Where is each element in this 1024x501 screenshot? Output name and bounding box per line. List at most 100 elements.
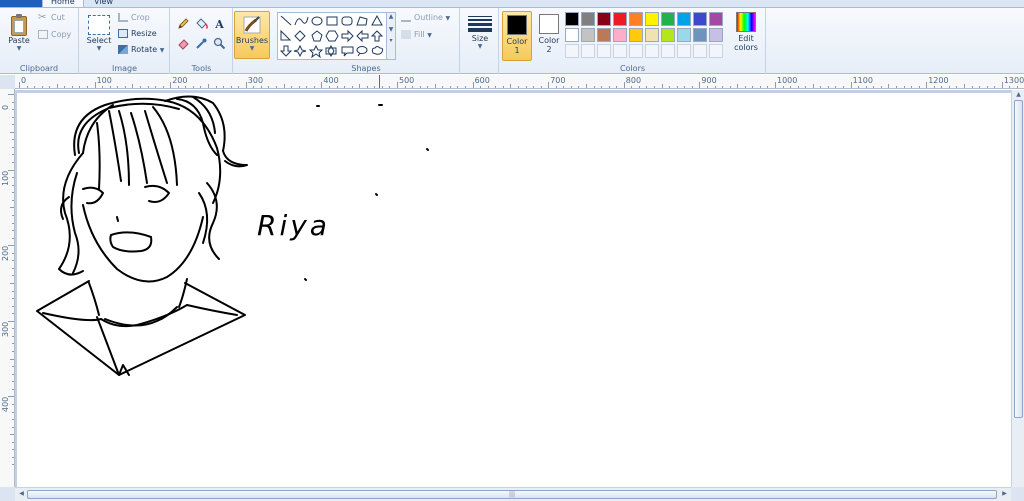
select-button[interactable]: Select ▼ [84, 12, 114, 60]
brushes-button[interactable]: Brushes ▼ [234, 11, 270, 59]
ruler-major-tick [397, 82, 398, 88]
curve-shape-icon[interactable] [294, 16, 309, 26]
pencil-tool[interactable] [175, 16, 192, 32]
ruler-minor-tick [12, 260, 14, 262]
size-dropdown-icon[interactable]: ▼ [465, 43, 495, 50]
palette-swatch[interactable] [613, 28, 627, 42]
rotate-button[interactable]: Rotate ▼ [118, 45, 164, 54]
diamond-shape-icon[interactable] [294, 30, 306, 42]
right-arrow-shape-icon[interactable] [341, 29, 354, 43]
palette-swatch[interactable] [677, 12, 691, 26]
magnifier-tool[interactable] [211, 36, 228, 52]
pentagon-shape-icon[interactable] [311, 30, 323, 42]
fill-bucket-tool[interactable] [193, 16, 210, 32]
cut-button[interactable]: ✂ Cut [38, 13, 65, 23]
palette-custom-slot[interactable] [565, 44, 579, 58]
palette-custom-slot[interactable] [581, 44, 595, 58]
up-arrow-shape-icon[interactable] [370, 30, 384, 42]
palette-swatch[interactable] [629, 12, 643, 26]
palette-swatch[interactable] [581, 28, 595, 42]
copy-button[interactable]: Copy [38, 30, 71, 39]
crop-button[interactable]: Crop [118, 13, 150, 22]
horizontal-scroll-thumb[interactable]: ||| [27, 490, 997, 499]
paste-button[interactable]: Paste ▼ [4, 12, 34, 60]
palette-swatch[interactable] [661, 28, 675, 42]
horizontal-scrollbar[interactable]: ◀ ||| ▶ [15, 487, 1011, 501]
five-point-star-shape-icon[interactable] [308, 44, 324, 59]
ruler-minor-tick [147, 86, 149, 88]
palette-swatch[interactable] [597, 28, 611, 42]
palette-custom-slot[interactable] [597, 44, 611, 58]
palette-swatch[interactable] [565, 12, 579, 26]
gallery-up-icon[interactable]: ▲ [387, 13, 395, 20]
ruler-major-tick [623, 82, 625, 88]
palette-custom-slot[interactable] [693, 44, 707, 58]
eraser-tool[interactable] [175, 36, 192, 52]
size-button[interactable]: Size ▼ [465, 12, 495, 60]
brushes-dropdown-icon[interactable]: ▼ [235, 45, 269, 52]
fill-dropdown-icon[interactable]: ▼ [427, 32, 432, 39]
rectangle-shape-icon[interactable] [326, 16, 338, 26]
left-arrow-shape-icon[interactable] [356, 29, 369, 43]
oval-shape-icon[interactable] [311, 16, 323, 26]
shapes-gallery-scrollbar[interactable]: ▲ ▼ ▾ [387, 12, 396, 60]
polygon-shape-icon[interactable] [356, 16, 368, 26]
color2-button[interactable]: Color 2 [534, 11, 564, 61]
palette-swatch[interactable] [629, 28, 643, 42]
palette-custom-slot[interactable] [661, 44, 675, 58]
palette-custom-slot[interactable] [613, 44, 627, 58]
ruler-minor-tick [12, 456, 14, 458]
vertical-scroll-thumb[interactable] [1014, 100, 1023, 418]
drawing-canvas[interactable]: Riya [17, 93, 1011, 487]
text-tool[interactable]: A [211, 16, 228, 32]
tab-home[interactable]: Home [42, 0, 84, 7]
cloud-callout-shape-icon[interactable] [371, 46, 384, 55]
ruler-minor-tick [661, 84, 663, 88]
palette-swatch[interactable] [613, 12, 627, 26]
line-shape-icon[interactable] [280, 15, 292, 26]
scroll-right-icon[interactable]: ▶ [998, 489, 1011, 499]
palette-swatch[interactable] [581, 12, 595, 26]
palette-swatch[interactable] [709, 12, 723, 26]
palette-swatch[interactable] [565, 28, 579, 42]
palette-swatch[interactable] [677, 28, 691, 42]
hexagon-shape-icon[interactable] [325, 30, 339, 42]
edit-colors-button[interactable]: Edit colors [730, 12, 762, 62]
palette-swatch[interactable] [645, 12, 659, 26]
gallery-down-icon[interactable]: ▼ [387, 26, 395, 33]
triangle-shape-icon[interactable] [371, 14, 383, 26]
rounded-callout-shape-icon[interactable] [341, 46, 354, 57]
paste-dropdown-icon[interactable]: ▼ [4, 45, 34, 52]
tab-view[interactable]: View [86, 0, 121, 7]
palette-swatch[interactable] [645, 28, 659, 42]
rotate-dropdown-icon[interactable]: ▼ [160, 47, 165, 54]
palette-swatch[interactable] [597, 12, 611, 26]
palette-custom-slot[interactable] [709, 44, 723, 58]
file-menu-button[interactable] [0, 0, 42, 7]
down-arrow-shape-icon[interactable] [279, 45, 293, 57]
palette-swatch[interactable] [709, 28, 723, 42]
rounded-rectangle-shape-icon[interactable] [341, 16, 353, 26]
ruler-major-tick [548, 82, 550, 88]
four-point-star-shape-icon[interactable] [293, 44, 307, 58]
palette-custom-slot[interactable] [645, 44, 659, 58]
palette-custom-slot[interactable] [677, 44, 691, 58]
fill-button[interactable]: Fill ▼ [401, 30, 432, 39]
palette-swatch[interactable] [693, 12, 707, 26]
palette-swatch[interactable] [693, 28, 707, 42]
color1-button[interactable]: Color 1 [502, 11, 532, 61]
outline-button[interactable]: Outline ▼ [401, 13, 450, 22]
select-dropdown-icon[interactable]: ▼ [84, 45, 114, 52]
color-picker-tool[interactable] [193, 36, 210, 52]
scroll-up-icon[interactable]: ▲ [1012, 90, 1024, 100]
palette-swatch[interactable] [661, 12, 675, 26]
vertical-scrollbar[interactable]: ▲ [1011, 90, 1024, 487]
gallery-more-icon[interactable]: ▾ [387, 37, 395, 44]
outline-dropdown-icon[interactable]: ▼ [446, 15, 451, 22]
right-triangle-shape-icon[interactable] [280, 29, 292, 41]
oval-callout-shape-icon[interactable] [356, 46, 368, 57]
palette-custom-slot[interactable] [629, 44, 643, 58]
resize-button[interactable]: Resize [118, 29, 157, 38]
shapes-gallery[interactable] [277, 12, 387, 60]
six-point-star-shape-icon[interactable] [325, 45, 337, 57]
